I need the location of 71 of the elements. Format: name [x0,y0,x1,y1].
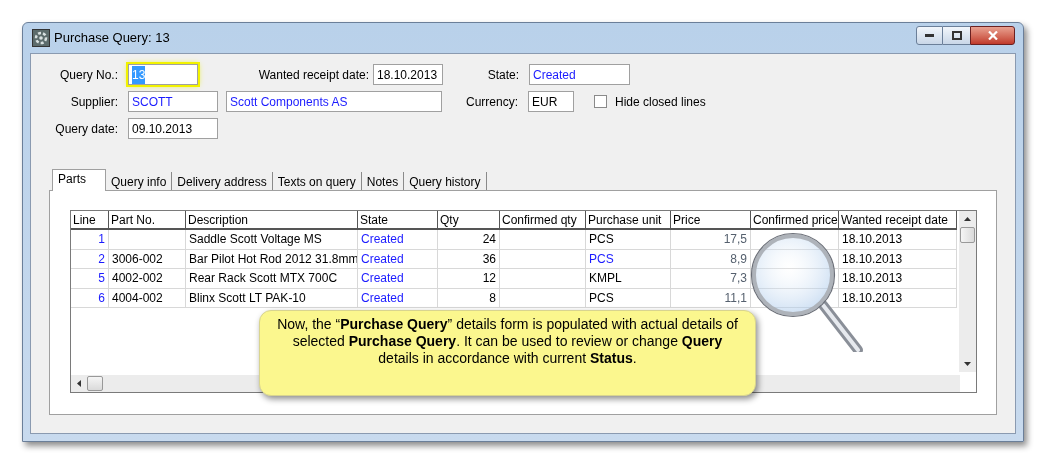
table-cell: 18.10.2013 [839,288,957,308]
field-label: State: [486,66,519,84]
table-cell: Created [358,230,438,250]
column-header[interactable]: Confirmed price [751,211,839,230]
table-cell: Saddle Scott Voltage MS [186,230,358,250]
table-cell: 11,1 [671,288,751,308]
scroll-thumb[interactable] [87,376,103,391]
table-cell: 18.10.2013 [839,269,957,289]
column-header[interactable]: State [358,211,438,230]
table-cell: PCS [586,230,671,250]
state-field[interactable]: Created [529,64,630,85]
table-cell: 18.10.2013 [839,230,957,250]
table-cell: 6 [71,288,109,308]
table-cell: Created [358,288,438,308]
field-label: Query No.: [58,66,118,84]
table-cell: 18.10.2013 [839,249,957,269]
column-header[interactable]: Line [71,211,109,230]
currency-field[interactable]: EUR [528,91,574,112]
callout-text: Now, the “Purchase Query” details form is populated with actual details of selected Purchase Query. It can be used to review or change Query details in accordance with current Status. [276,316,739,367]
column-header[interactable]: Price [671,211,751,230]
field-label: Query date: [54,120,118,138]
scroll-down-icon [964,362,971,366]
column-header[interactable]: Purchase unit [586,211,671,230]
scroll-up-icon [964,217,971,221]
table-cell: Blinx Scott LT PAK-10 [186,288,358,308]
close-icon [987,30,998,40]
column-header[interactable]: Qty [438,211,500,230]
table-cell: 36 [438,249,500,269]
table-cell: 12 [438,269,500,289]
supplier-name-field[interactable]: Scott Components AS [226,91,442,112]
table-cell: 5 [71,269,109,289]
query-date-field[interactable]: 09.10.2013 [128,118,218,139]
table-cell: 7,3 [671,269,751,289]
table-cell: PCS [586,288,671,308]
field-label: Currency: [465,93,518,111]
column-header[interactable]: Description [186,211,358,230]
table-cell: Created [358,249,438,269]
vertical-scrollbar[interactable] [959,211,976,372]
column-header[interactable]: Wanted receipt date [839,211,957,230]
table-cell: 8 [438,288,500,308]
table-cell: Created [358,269,438,289]
window-title: Purchase Query: 13 [54,29,170,48]
table-cell: 3006-002 [109,249,186,269]
scroll-left-icon [77,380,81,387]
minimize-button[interactable] [916,25,943,45]
tab[interactable]: Parts [52,169,106,191]
maximize-icon [951,30,962,40]
table-cell: 17,5 [671,230,751,250]
field-label: Wanted receipt date: [257,66,369,84]
table-cell: KMPL [586,269,671,289]
column-header[interactable]: Confirmed qty [500,211,586,230]
maximize-button[interactable] [943,25,970,45]
table-cell: 4002-002 [109,269,186,289]
close-button[interactable] [970,25,1015,45]
table-cell: 2 [71,249,109,269]
supplier-field[interactable]: SCOTT [128,91,218,112]
table-cell: Rear Rack Scott MTX 700C [186,269,358,289]
app-icon [32,29,50,47]
checkbox-label: Hide closed lines [615,93,706,111]
minimize-icon [925,33,934,37]
table-cell: 1 [71,230,109,250]
table-cell: Bar Pilot Hot Rod 2012 31.8mm [186,249,358,269]
field-label: Supplier: [69,93,118,111]
table-cell: 4004-002 [109,288,186,308]
checkbox[interactable] [594,95,607,108]
table-cell: 8,9 [671,249,751,269]
column-header[interactable]: Part No. [109,211,186,230]
date-field[interactable]: 18.10.2013 [373,64,443,85]
table-cell: PCS [586,249,671,269]
table-cell: 24 [438,230,500,250]
scroll-thumb[interactable] [960,227,975,243]
